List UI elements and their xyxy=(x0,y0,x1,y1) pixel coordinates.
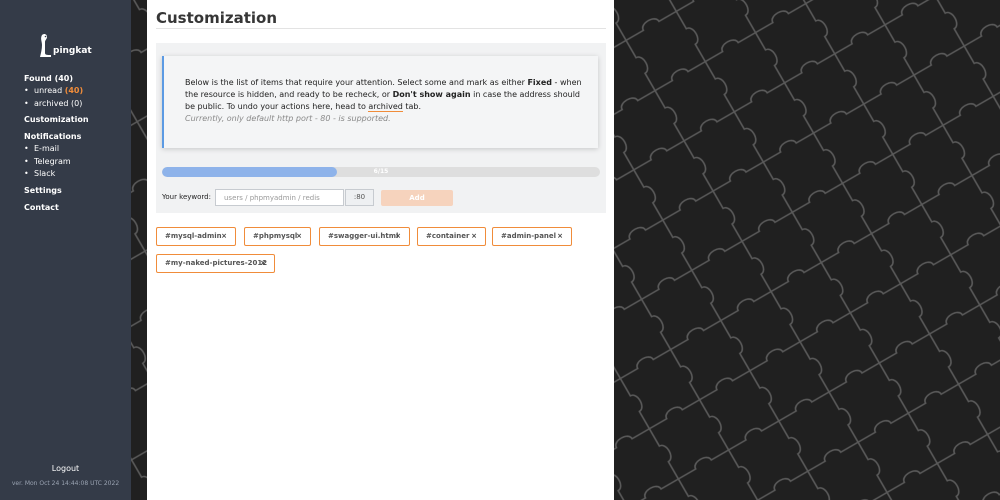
note-hint: Currently, only default http port - 80 -… xyxy=(185,114,391,123)
sidebar-item-slack[interactable]: • Slack xyxy=(24,168,129,181)
note-dont-show: Don't show again xyxy=(392,90,471,99)
sidebar-item-telegram[interactable]: • Telegram xyxy=(24,156,129,169)
archived-label: archived xyxy=(34,98,69,108)
remove-tag-icon[interactable]: × xyxy=(557,228,563,245)
remove-tag-icon[interactable]: × xyxy=(471,228,477,245)
tag-label: #admin-panel xyxy=(501,232,557,240)
version-text: ver. Mon Oct 24 14:44:08 UTC 2022 xyxy=(11,480,120,487)
tag-label: #mysql-admin xyxy=(165,232,222,240)
unread-label: unread xyxy=(34,86,63,95)
note-text: Below is the list of items that require … xyxy=(185,78,528,87)
found-label: Found xyxy=(24,74,52,83)
remove-tag-icon[interactable]: × xyxy=(395,228,401,245)
sidebar-item-settings[interactable]: Settings xyxy=(24,185,129,197)
title-divider xyxy=(156,28,606,29)
keyword-input[interactable] xyxy=(215,189,344,206)
progress-bar: 6/15 xyxy=(162,167,600,177)
tag-item[interactable]: #container × xyxy=(417,227,486,246)
sidebar: pingkat Found (40) • unread (40) • archi… xyxy=(0,0,131,500)
remove-tag-icon[interactable]: × xyxy=(296,228,302,245)
tag-item[interactable]: #swagger-ui.html × xyxy=(319,227,410,246)
progress-text: 6/15 xyxy=(373,168,389,175)
main-panel: Customization Below is the list of items… xyxy=(147,0,614,500)
sidebar-item-unread[interactable]: • unread (40) xyxy=(24,85,129,98)
tag-item[interactable]: #my-naked-pictures-2012 × xyxy=(156,254,275,273)
telegram-label: Telegram xyxy=(34,156,71,166)
tag-item[interactable]: #admin-panel × xyxy=(492,227,572,246)
sidebar-item-email[interactable]: • E-mail xyxy=(24,143,129,156)
tag-label: #container xyxy=(426,232,470,240)
note-fixed: Fixed xyxy=(527,78,552,87)
keyword-label: Your keyword: xyxy=(162,193,211,201)
unread-count: (40) xyxy=(64,86,84,95)
slack-label: Slack xyxy=(34,169,56,178)
archived-count: (0) xyxy=(71,98,83,108)
tag-item[interactable]: #mysql-admin × xyxy=(156,227,236,246)
port-addon: :80 xyxy=(345,189,374,206)
remove-tag-icon[interactable]: × xyxy=(260,255,266,272)
meerkat-logo-icon xyxy=(38,33,52,57)
logo-text: pingkat xyxy=(53,46,92,56)
tag-item[interactable]: #phpmysql × xyxy=(244,227,311,246)
sidebar-item-found[interactable]: Found (40) xyxy=(24,73,129,85)
info-note: Below is the list of items that require … xyxy=(162,56,598,148)
sidebar-item-archived[interactable]: • archived (0) xyxy=(24,98,129,111)
found-count: (40) xyxy=(54,74,74,83)
tag-label: #phpmysql xyxy=(253,232,298,240)
sidebar-item-contact[interactable]: Contact xyxy=(24,202,129,214)
archived-link[interactable]: archived xyxy=(368,102,403,112)
add-button[interactable]: Add xyxy=(381,190,453,206)
keyword-panel: Below is the list of items that require … xyxy=(156,43,606,213)
tag-label: #my-naked-pictures-2012 xyxy=(165,259,268,267)
page-title: Customization xyxy=(156,9,278,27)
sidebar-item-customization[interactable]: Customization xyxy=(24,114,129,126)
logout-link[interactable]: Logout xyxy=(0,464,131,473)
sidebar-nav: Found (40) • unread (40) • archived (0) … xyxy=(24,73,129,214)
sidebar-item-notifications[interactable]: Notifications xyxy=(24,131,129,143)
tag-label: #swagger-ui.html xyxy=(328,232,399,240)
logo[interactable]: pingkat xyxy=(38,31,98,57)
email-label: E-mail xyxy=(34,144,60,153)
remove-tag-icon[interactable]: × xyxy=(221,228,227,245)
note-text: tab. xyxy=(402,102,422,111)
